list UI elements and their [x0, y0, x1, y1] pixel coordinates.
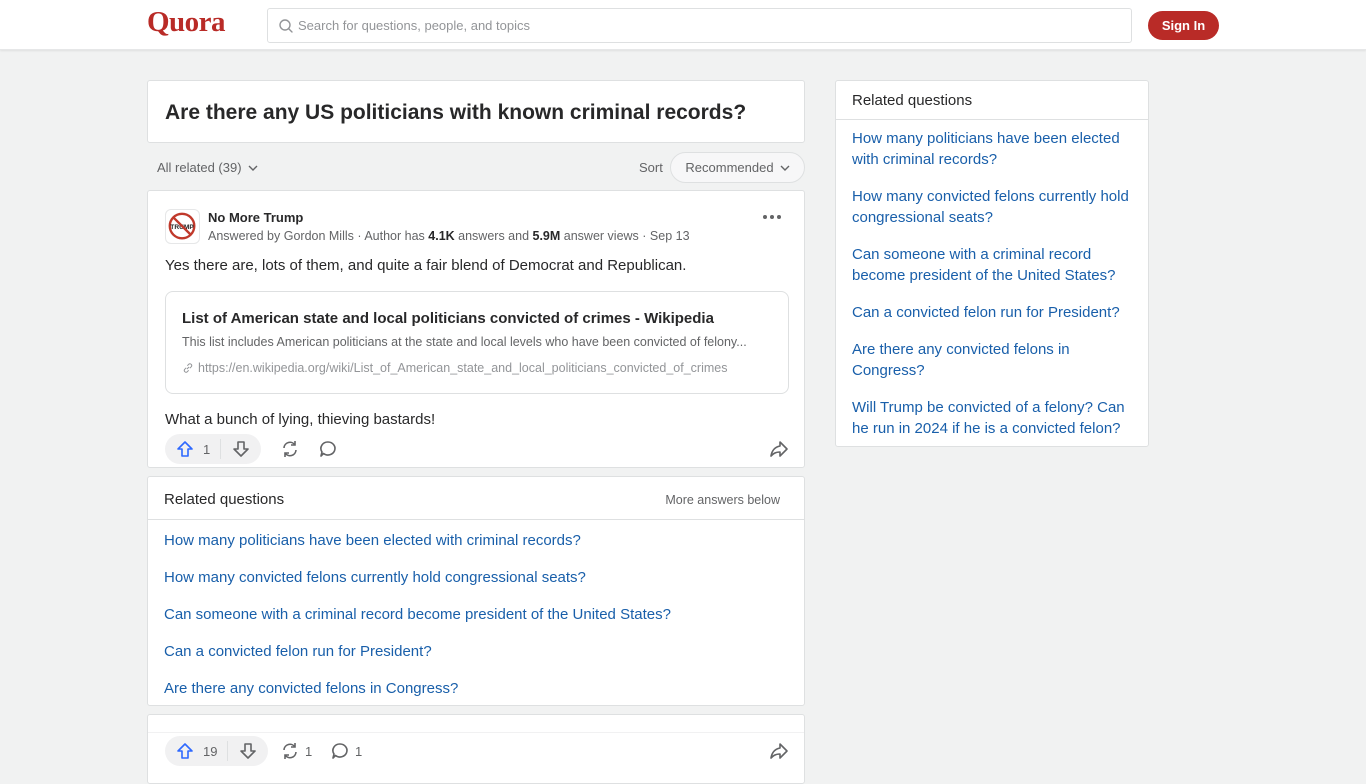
no-trump-logo-icon: TRUMP — [168, 212, 196, 240]
comment-count: 1 — [355, 743, 363, 759]
share-reshare-button[interactable] — [280, 434, 300, 464]
upvote-arrow-icon — [177, 441, 193, 457]
sidebar-related-questions: Related questions How many politicians h… — [835, 80, 1149, 447]
more-answers-below: More answers below — [665, 493, 780, 507]
question-title: Are there any US politicians with known … — [165, 101, 747, 124]
share-icon — [770, 743, 788, 759]
upvote-button[interactable]: 1 — [165, 434, 220, 464]
related-question-link[interactable]: How many politicians have been elected w… — [164, 531, 671, 551]
search-input[interactable] — [298, 18, 1098, 33]
vote-pill: 1 — [165, 434, 262, 464]
answer-text-2: What a bunch of lying, thieving bastards… — [165, 411, 436, 428]
reshare-count: 1 — [305, 743, 313, 759]
search-box[interactable] — [267, 8, 1132, 43]
sidebar-header: Related questions — [836, 81, 1148, 120]
comment-button[interactable]: 1 — [330, 736, 362, 766]
upvote-count: 1 — [203, 441, 211, 457]
sidebar-question-link[interactable]: Will Trump be convicted of a felony? Can… — [852, 397, 1142, 439]
related-question-link[interactable]: Are there any convicted felons in Congre… — [164, 679, 671, 699]
sort-value: Recommended — [685, 160, 774, 175]
author-meta: Answered by Gordon Mills · Author has 4.… — [208, 229, 690, 243]
link-preview-card[interactable]: List of American state and local politic… — [165, 291, 789, 394]
upvote-count: 19 — [203, 743, 218, 759]
answer-actions-2: 19 1 1 — [165, 736, 789, 766]
sidebar-question-link[interactable]: How many politicians have been elected w… — [852, 128, 1142, 170]
downvote-arrow-icon — [240, 743, 257, 759]
top-bar: Quora Sign In — [0, 0, 1366, 50]
sign-in-button[interactable]: Sign In — [1148, 11, 1219, 40]
related-questions-header: Related questions More answers below — [148, 477, 804, 520]
link-description: This list includes American politicians … — [182, 335, 747, 349]
sidebar-question-link[interactable]: Are there any convicted felons in Congre… — [852, 339, 1142, 381]
sort-dropdown[interactable]: Recommended — [670, 152, 805, 183]
answer-actions: 1 — [165, 434, 789, 464]
author-name[interactable]: No More Trump — [208, 210, 303, 225]
meta-date: answer views · Sep 13 — [560, 229, 690, 243]
all-related-label: All related (39) — [157, 160, 242, 175]
related-question-link[interactable]: How many convicted felons currently hold… — [164, 568, 671, 588]
question-card: Are there any US politicians with known … — [147, 80, 805, 143]
downvote-button[interactable] — [228, 736, 268, 766]
link-url-row: https://en.wikipedia.org/wiki/List_of_Am… — [182, 361, 727, 375]
share-icon — [770, 441, 788, 457]
comment-icon — [320, 441, 336, 457]
comment-button[interactable] — [318, 434, 338, 464]
share-button[interactable] — [769, 434, 789, 464]
sidebar-question-link[interactable]: Can a convicted felon run for President? — [852, 302, 1142, 323]
answered-by[interactable]: Answered by Gordon Mills — [208, 229, 354, 243]
more-options-button[interactable] — [760, 207, 784, 227]
chevron-down-icon — [780, 165, 790, 171]
sort-label: Sort — [639, 160, 663, 175]
filter-row: All related (39) Sort Recommended — [147, 152, 805, 184]
downvote-arrow-icon — [233, 441, 250, 457]
answer-card-2: 19 1 1 — [147, 714, 805, 784]
meta-text: · Author has — [353, 229, 429, 243]
related-questions-list: How many politicians have been elected w… — [164, 531, 671, 716]
sidebar-list: How many politicians have been elected w… — [852, 128, 1142, 455]
related-question-link[interactable]: Can a convicted felon run for President? — [164, 642, 671, 662]
link-icon — [183, 363, 193, 373]
chevron-down-icon — [248, 165, 258, 171]
quora-logo[interactable]: Quora — [147, 6, 226, 39]
meta-text: answers and — [454, 229, 533, 243]
share-reshare-button[interactable]: 1 — [280, 736, 312, 766]
upvote-arrow-icon — [177, 743, 193, 759]
sidebar-question-link[interactable]: How many convicted felons currently hold… — [852, 186, 1142, 228]
share-button[interactable] — [769, 736, 789, 766]
upvote-button[interactable]: 19 — [165, 736, 227, 766]
sidebar-title: Related questions — [852, 92, 973, 109]
downvote-button[interactable] — [221, 434, 261, 464]
divider — [148, 732, 804, 733]
all-related-dropdown[interactable]: All related (39) — [157, 160, 258, 175]
answer-text: Yes there are, lots of them, and quite a… — [165, 257, 687, 274]
sidebar-question-link[interactable]: Can someone with a criminal record becom… — [852, 244, 1142, 286]
link-title: List of American state and local politic… — [182, 310, 714, 327]
views-count: 5.9M — [532, 229, 561, 243]
comment-icon — [332, 743, 348, 759]
related-questions-inline: Related questions More answers below How… — [147, 476, 805, 706]
link-url: https://en.wikipedia.org/wiki/List_of_Am… — [198, 361, 728, 375]
avatar[interactable]: TRUMP — [165, 209, 200, 244]
related-question-link[interactable]: Can someone with a criminal record becom… — [164, 605, 671, 625]
reshare-icon — [283, 441, 297, 457]
answers-count: 4.1K — [428, 229, 455, 243]
answer-card: TRUMP No More Trump Answered by Gordon M… — [147, 190, 805, 468]
search-icon — [279, 18, 293, 33]
vote-pill: 19 — [165, 736, 269, 766]
related-questions-title: Related questions — [164, 491, 285, 508]
reshare-icon — [283, 743, 297, 759]
